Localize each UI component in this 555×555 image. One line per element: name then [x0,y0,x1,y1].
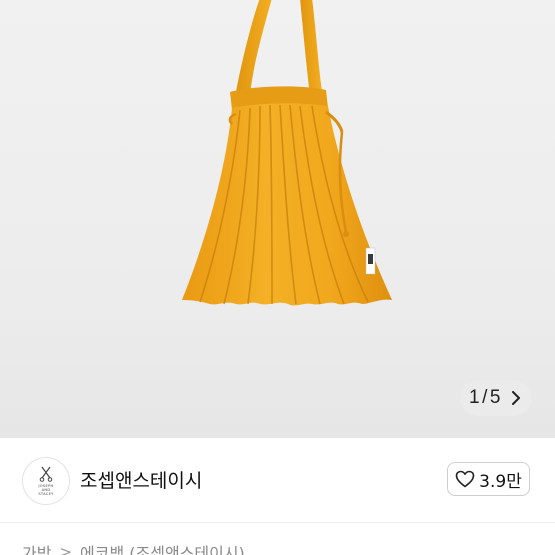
heart-outline-icon [455,470,475,488]
chevron-right-icon [509,391,523,405]
product-detail-page: 1 / 5 JOSEPH AND STACEY 조셉앤스테이시 3.9만 가방 … [0,0,555,555]
breadcrumb-item-category[interactable]: 가방 [22,540,51,555]
section-divider [0,522,555,523]
seller-logo-text: JOSEPH AND STACEY [38,484,54,496]
breadcrumb-item-subcategory[interactable]: 에코백 (조셉앤스테이시) [80,540,245,555]
seller-avatar[interactable]: JOSEPH AND STACEY [22,457,70,505]
breadcrumb: 가방 > 에코백 (조셉앤스테이시) [22,540,245,555]
product-photo [182,0,392,306]
breadcrumb-separator: > [59,543,73,555]
image-counter-current: 1 [469,387,481,408]
like-count: 3.9만 [479,471,522,492]
like-button[interactable]: 3.9만 [447,462,530,496]
image-counter-button[interactable]: 1 / 5 [460,380,532,416]
seller-row[interactable]: JOSEPH AND STACEY 조셉앤스테이시 3.9만 [0,438,555,522]
image-counter-total: 5 [489,387,501,408]
image-counter-separator: / [482,387,488,408]
scissors-logo-icon [39,466,53,482]
product-image-gallery[interactable]: 1 / 5 [0,0,555,438]
seller-name[interactable]: 조셉앤스테이시 [80,466,202,493]
